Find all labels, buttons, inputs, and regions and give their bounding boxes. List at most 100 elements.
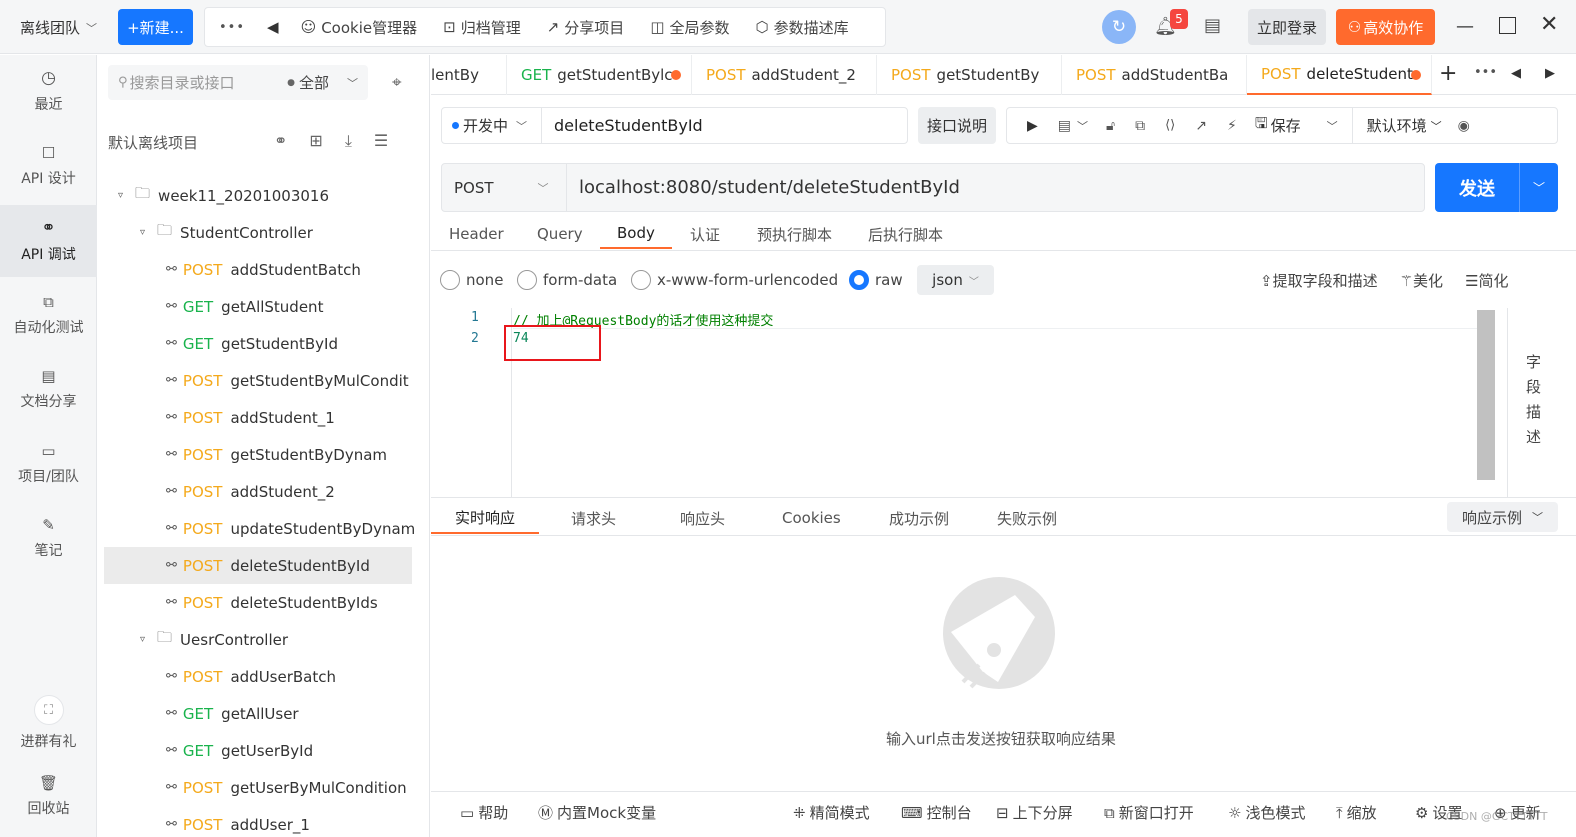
save-button[interactable]: 🖫︎ 保存 <box>1255 113 1301 138</box>
status-select[interactable]: 开发中 ﹀ <box>442 108 542 143</box>
body-editor[interactable]: 1 2 // 加上@RequestBody的话才使用这种提交 74 <box>441 308 1497 498</box>
tree-api-item[interactable]: ⚯ GET getAllUser <box>104 695 412 732</box>
new-window-button[interactable]: ⧉ 新窗口打开 <box>1104 802 1194 823</box>
filter-select[interactable]: 全部 <box>299 72 329 93</box>
tree-api-item[interactable]: ⚯ POST getStudentByMulCondit <box>104 362 412 399</box>
radio-raw[interactable]: raw <box>849 270 903 290</box>
simplify-button[interactable]: ☰简化 <box>1465 270 1508 291</box>
import-icon[interactable]: ⤓ <box>345 131 352 151</box>
tree-api-item[interactable]: ⚯ GET getStudentById <box>104 325 412 362</box>
nav-recent[interactable]: ◷ 最近 <box>0 55 97 127</box>
cookie-manager-button[interactable]: ☺ Cookie管理器 <box>301 17 418 38</box>
radio-none[interactable]: none <box>440 270 503 290</box>
nav-api-debug[interactable]: ⚭ API 调试 <box>0 205 97 277</box>
global-params-button[interactable]: ◫ 全局参数 <box>650 17 729 38</box>
archive-button[interactable]: ⊡ 归档管理 <box>443 17 521 38</box>
locate-icon[interactable]: ⌖ <box>392 73 402 93</box>
log-icon[interactable]: ▤ <box>1058 118 1071 134</box>
tree-api-item[interactable]: ⚯ POST addStudentBatch <box>104 251 412 288</box>
response-example-select[interactable]: 响应示例 ﹀ <box>1447 502 1558 532</box>
lock-icon[interactable]: 🔓︎ <box>1106 118 1115 134</box>
nav-doc-share[interactable]: ▤ 文档分享 <box>0 353 97 425</box>
tab-resp-headers[interactable]: 响应头 <box>680 502 725 534</box>
body-format-select[interactable]: json ﹀ <box>917 265 994 295</box>
login-button[interactable]: 立即登录 <box>1248 9 1326 45</box>
split-view-button[interactable]: ⊟ 上下分屏 <box>996 802 1073 823</box>
light-mode-button[interactable]: ☼ 浅色模式 <box>1228 802 1305 823</box>
tab-fail-example[interactable]: 失败示例 <box>997 502 1057 534</box>
tab-header[interactable]: Header <box>449 219 504 249</box>
tree-folder-user[interactable]: ▿ 🗀︎ UesrController <box>140 621 429 658</box>
scroll-right-icon[interactable]: ▶ <box>1545 66 1555 81</box>
tab-pre-script[interactable]: 预执行脚本 <box>757 219 832 249</box>
minimize-button[interactable]: — <box>1456 16 1474 37</box>
notes-button[interactable]: ▤ <box>1204 15 1221 36</box>
tab-1[interactable]: GET getStudentBylc <box>507 55 692 95</box>
tab-2[interactable]: POST addStudent_2 <box>692 55 877 95</box>
mock-vars-button[interactable]: Ⓜ 内置Mock变量 <box>538 802 656 823</box>
beautify-button[interactable]: ⚚美化 <box>1400 270 1443 291</box>
scroll-left-icon[interactable]: ◀ <box>1511 66 1521 81</box>
tab-0[interactable]: lentBy <box>431 55 507 95</box>
tab-post-script[interactable]: 后执行脚本 <box>868 219 943 249</box>
radio-urlencoded[interactable]: x-www-form-urlencoded <box>631 270 838 290</box>
tree-api-item[interactable]: ⚯ GET getUserById <box>104 732 412 769</box>
close-window-button[interactable]: ✕ <box>1540 12 1558 37</box>
sort-icon[interactable]: ☰ <box>374 131 388 151</box>
console-button[interactable]: ⌨ 控制台 <box>901 802 972 823</box>
help-button[interactable]: ▭ 帮助 <box>460 802 508 823</box>
tree-search-input[interactable]: ⚲ 搜索目录或接口 ● 全部 ﹀ <box>108 65 368 100</box>
url-input[interactable]: localhost:8080/student/deleteStudentById <box>567 177 960 198</box>
tree-api-item[interactable]: ⚯ POST addStudent_1 <box>104 399 412 436</box>
tree-api-item[interactable]: ⚯ GET getAllStudent <box>104 288 412 325</box>
editor-scrollbar[interactable] <box>1477 310 1495 480</box>
tab-success-example[interactable]: 成功示例 <box>889 502 949 534</box>
team-selector[interactable]: 离线团队 ﹀ <box>20 17 97 38</box>
more-tabs-icon[interactable]: ••• <box>1474 65 1497 80</box>
nav-project-team[interactable]: ▭ 项目/团队 <box>0 428 97 500</box>
tab-cookies[interactable]: Cookies <box>782 502 841 534</box>
tree-api-item[interactable]: ⚯ POST addUser_1 <box>104 806 412 837</box>
tab-4[interactable]: POST addStudentBa <box>1062 55 1247 95</box>
zoom-button[interactable]: ⤒ 缩放 <box>1336 802 1377 823</box>
add-folder-icon[interactable]: ⊞ <box>309 131 322 151</box>
param-desc-lib-button[interactable]: ⬡ 参数描述库 <box>756 17 849 38</box>
tab-req-headers[interactable]: 请求头 <box>571 502 616 534</box>
nav-api-design[interactable]: ☐ API 设计 <box>0 130 97 202</box>
add-tab-button[interactable]: + <box>1439 61 1457 86</box>
tab-5-active[interactable]: POST deleteStudent <box>1247 55 1432 95</box>
collab-button[interactable]: ⚇ 高效协作 <box>1336 9 1435 45</box>
tree-api-item[interactable]: ⚯ POST addUserBatch <box>104 658 412 695</box>
compact-mode-button[interactable]: ⁜ 精简模式 <box>793 802 870 823</box>
chevron-down-icon[interactable]: ﹀ <box>1327 118 1338 134</box>
run-icon[interactable]: ▶ <box>1027 118 1038 134</box>
tab-body[interactable]: Body <box>600 219 672 249</box>
api-doc-button[interactable]: 接口说明 <box>918 107 996 144</box>
field-desc-panel-toggle[interactable]: 字段描述 <box>1526 350 1542 450</box>
extract-fields-button[interactable]: ⇪提取字段和描述 <box>1260 270 1378 291</box>
nav-join-group[interactable]: ⛶ 进群有礼 <box>0 687 97 759</box>
new-button[interactable]: +新建... <box>118 9 193 45</box>
more-icon[interactable]: ••• <box>219 20 245 35</box>
flash-icon[interactable]: ⚡︎ <box>1227 118 1237 134</box>
tree-api-item[interactable]: ⚯ POST updateStudentByDynam <box>104 510 415 547</box>
tab-3[interactable]: POST getStudentBy <box>877 55 1062 95</box>
maximize-button[interactable] <box>1499 17 1516 34</box>
nav-notes[interactable]: ✎ 笔记 <box>0 502 97 574</box>
nav-recycle-bin[interactable]: 🗑︎ 回收站 <box>0 763 97 829</box>
send-button[interactable]: 发送 ﹀ <box>1435 163 1558 212</box>
add-api-icon[interactable]: ⚭ <box>274 131 287 151</box>
radio-form-data[interactable]: form-data <box>517 270 617 290</box>
tab-auth[interactable]: 认证 <box>690 219 720 249</box>
tree-folder-student[interactable]: ▿ 🗀︎ StudentController <box>140 214 429 251</box>
share-project-button[interactable]: ↗ 分享项目 <box>547 17 625 38</box>
tree-api-item[interactable]: ⚯ POST addStudent_2 <box>104 473 412 510</box>
sync-button[interactable]: ↻ <box>1102 10 1136 44</box>
chevron-down-icon[interactable]: ﹀ <box>1520 179 1558 196</box>
tree-api-item[interactable]: ⚯ POST getStudentByDynam <box>104 436 412 473</box>
copy-icon[interactable]: ⧉ <box>1135 118 1145 134</box>
code-icon[interactable]: ⟨⟩ <box>1165 118 1175 133</box>
chevron-down-icon[interactable]: ﹀ <box>1077 118 1088 134</box>
api-name-input[interactable]: deleteStudentById <box>542 116 703 135</box>
tree-api-item[interactable]: ⚯ POST getUserByMulCondition <box>104 769 412 806</box>
